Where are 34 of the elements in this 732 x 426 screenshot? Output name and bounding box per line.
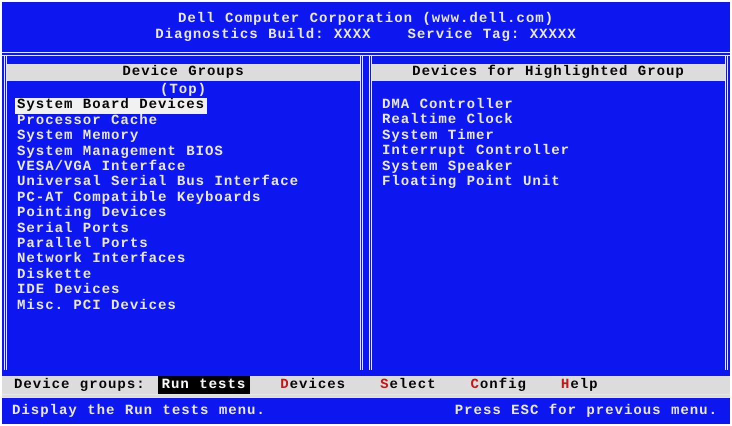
- device-group-item[interactable]: System Memory: [15, 129, 142, 145]
- device-item: Realtime Clock: [381, 113, 515, 128]
- device-item: Interrupt Controller: [381, 144, 572, 160]
- diagnostics-build: Diagnostics Build: XXXX: [155, 27, 372, 43]
- device-group-item[interactable]: Processor Cache: [15, 114, 160, 130]
- service-tag: Service Tag: XXXXX: [408, 27, 577, 43]
- device-group-item[interactable]: Serial Ports: [15, 222, 132, 238]
- menu-item[interactable]: Select: [376, 376, 440, 394]
- device-group-item[interactable]: Misc. PCI Devices: [15, 298, 179, 314]
- device-item: Floating Point Unit: [381, 175, 562, 190]
- panel-title: Devices for Highlighted Group: [372, 64, 725, 81]
- device-group-item[interactable]: VESA/VGA Interface: [15, 160, 188, 176]
- device-item: DMA Controller: [381, 98, 515, 113]
- device-group-item[interactable]: Universal Serial Bus Interface: [15, 175, 302, 191]
- device-group-item[interactable]: IDE Devices: [15, 283, 122, 299]
- scroll-indicator: (Top): [160, 82, 207, 98]
- status-message: Display the Run tests menu.: [12, 403, 266, 419]
- device-group-item[interactable]: PC-AT Compatible Keyboards: [15, 190, 264, 206]
- header-title: Dell Computer Corporation (www.dell.com): [178, 11, 554, 27]
- device-group-item[interactable]: System Management BIOS: [15, 144, 226, 160]
- menu-item[interactable]: Config: [466, 376, 531, 394]
- device-item: System Speaker: [381, 160, 515, 175]
- device-group-item[interactable]: System Board Devices: [15, 98, 208, 114]
- device-group-item[interactable]: Pointing Devices: [15, 206, 170, 222]
- status-hint: Press ESC for previous menu.: [454, 403, 718, 419]
- menu-item[interactable]: Run tests: [158, 376, 250, 394]
- menu-item[interactable]: Help: [556, 376, 603, 394]
- device-group-item[interactable]: Diskette: [15, 268, 94, 284]
- device-item: System Timer: [381, 128, 495, 144]
- device-group-item[interactable]: Parallel Ports: [15, 237, 151, 252]
- menu-item[interactable]: Devices: [276, 376, 350, 394]
- device-group-item[interactable]: Network Interfaces: [15, 252, 188, 268]
- menu-label: Device groups:: [14, 376, 146, 394]
- panel-title: Device Groups: [7, 64, 360, 81]
